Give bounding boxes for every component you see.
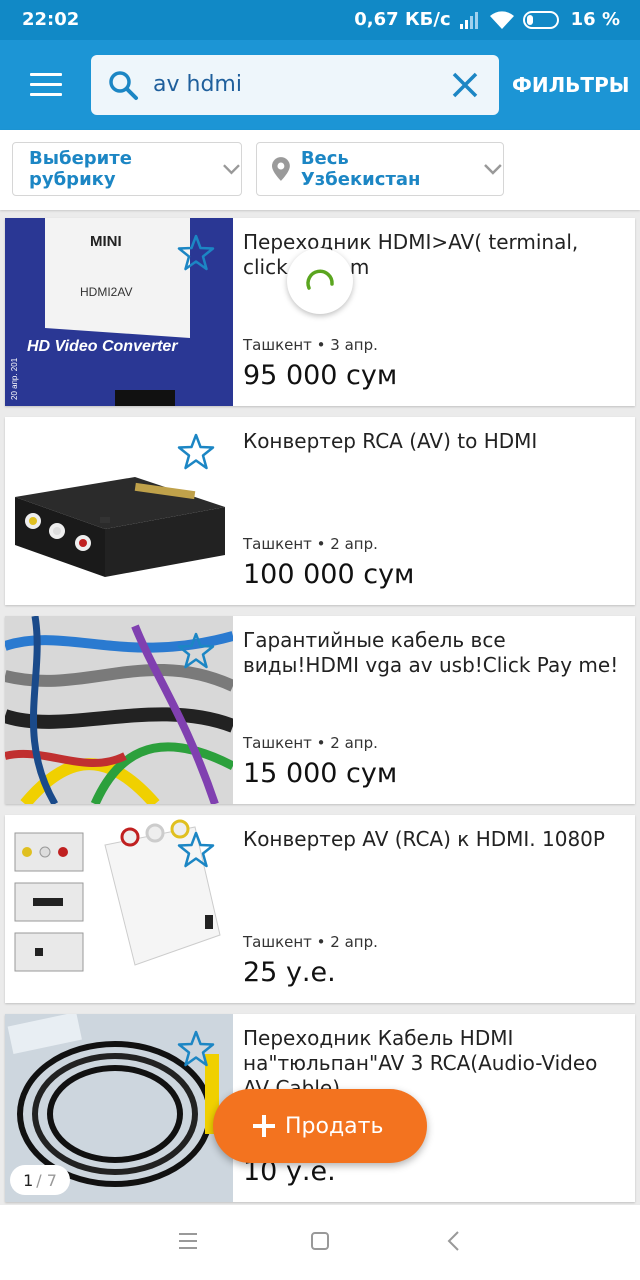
chevron-down-icon xyxy=(484,164,502,175)
listing-card[interactable]: Гарантийные кабель все виды!HDMI vga av … xyxy=(5,616,635,804)
nav-menu-icon[interactable] xyxy=(178,1232,198,1250)
nav-back-icon[interactable] xyxy=(446,1231,460,1251)
status-bar: 22:02 0,67 КБ/с 16 % xyxy=(0,0,640,40)
loading-spinner xyxy=(287,248,353,314)
spinner-icon xyxy=(306,269,334,290)
listing-meta: Ташкент • 3 апр. xyxy=(243,336,378,354)
close-icon[interactable] xyxy=(451,71,479,99)
sell-button[interactable]: Продать xyxy=(213,1089,427,1163)
listing-price: 95 000 сум xyxy=(243,360,398,391)
location-pin-icon xyxy=(271,157,290,181)
listing-price: 25 у.е. xyxy=(243,957,336,988)
photo-counter-total: / 7 xyxy=(36,1170,57,1190)
top-bar: av hdmi ФИЛЬТРЫ xyxy=(0,40,640,130)
filter-bar: Выберите рубрику Весь Узбекистан xyxy=(0,130,640,210)
star-icon[interactable] xyxy=(177,632,215,670)
listing-price: 15 000 сум xyxy=(243,758,398,789)
search-icon xyxy=(109,71,138,100)
search-input[interactable]: av hdmi xyxy=(91,55,499,115)
signal-icon xyxy=(459,11,478,29)
photo-counter-current: 1 xyxy=(23,1170,34,1190)
star-icon[interactable] xyxy=(177,433,215,471)
listing-title: Гарантийные кабель все виды!HDMI vga av … xyxy=(243,628,619,677)
search-query[interactable]: av hdmi xyxy=(153,72,242,97)
thumb-converter-text: HD Video Converter xyxy=(27,338,178,355)
star-icon[interactable] xyxy=(177,1030,215,1068)
listing-price: 100 000 сум xyxy=(243,559,415,590)
battery-level: 16 % xyxy=(570,9,620,30)
wifi-icon xyxy=(489,10,514,29)
status-indicators: 0,67 КБ/с 16 % xyxy=(354,9,620,30)
network-speed: 0,67 КБ/с xyxy=(354,9,451,30)
location-select[interactable]: Весь Узбекистан xyxy=(256,142,504,196)
photo-counter: 1 / 7 xyxy=(10,1165,70,1195)
category-label: Выберите рубрику xyxy=(29,148,132,190)
nav-home-icon[interactable] xyxy=(310,1231,330,1251)
location-label: Весь Узбекистан xyxy=(300,148,421,190)
listing-meta: Ташкент • 2 апр. xyxy=(243,734,378,752)
listing-title: Конвертер RCA (AV) to HDMI xyxy=(243,429,538,453)
listing-card[interactable]: Конвертер AV (RCA) к HDMI. 1080P Ташкент… xyxy=(5,815,635,1003)
sell-label: Продать xyxy=(285,1113,384,1139)
listing-meta: Ташкент • 2 апр. xyxy=(243,535,378,553)
thumb-date-text: 20 апр. 201 xyxy=(10,357,19,400)
plus-icon xyxy=(253,1115,275,1137)
listing-card[interactable]: Конвертер RCA (AV) to HDMI Ташкент • 2 а… xyxy=(5,417,635,605)
star-icon[interactable] xyxy=(177,234,215,272)
thumb-model-text: HDMI2AV xyxy=(80,285,132,299)
star-icon[interactable] xyxy=(177,831,215,869)
menu-icon[interactable] xyxy=(30,73,62,97)
filters-button[interactable]: ФИЛЬТРЫ xyxy=(512,73,629,97)
listing-title: Конвертер AV (RCA) к HDMI. 1080P xyxy=(243,827,605,851)
category-select[interactable]: Выберите рубрику xyxy=(12,142,242,196)
chevron-down-icon xyxy=(223,164,240,175)
status-time: 22:02 xyxy=(22,9,80,30)
battery-icon xyxy=(522,10,559,29)
listing-meta: Ташкент • 2 апр. xyxy=(243,933,378,951)
thumb-mini-text: MINI xyxy=(90,233,122,250)
system-nav-bar xyxy=(0,1205,640,1280)
